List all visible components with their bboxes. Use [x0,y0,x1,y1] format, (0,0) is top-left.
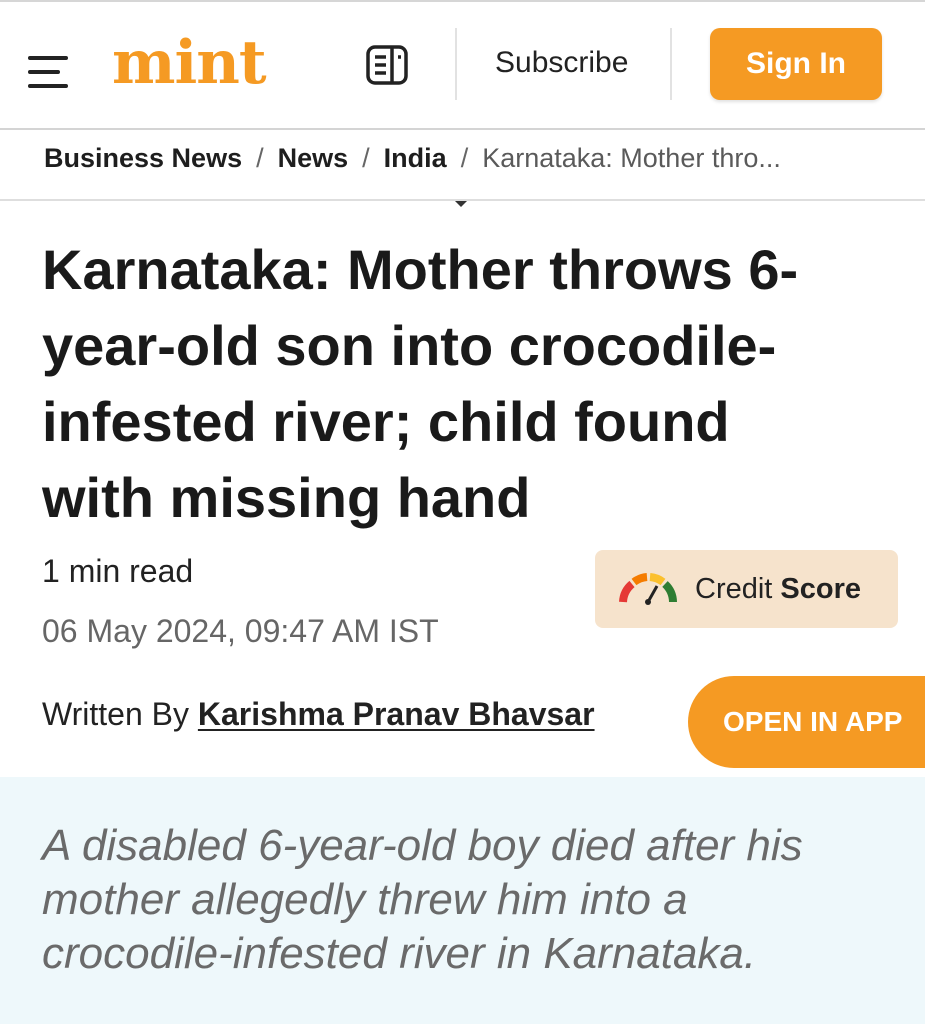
header-border [0,128,925,130]
subscribe-link[interactable]: Subscribe [495,45,628,81]
mint-logo[interactable]: mint [112,28,267,98]
sign-in-button[interactable]: Sign In [710,28,882,100]
breadcrumb-india[interactable]: India [384,143,447,174]
breadcrumb-separator: / [362,142,370,173]
summary-text: A disabled 6-year-old boy died after his… [42,821,803,978]
hamburger-menu-icon[interactable] [28,56,68,90]
publish-date: 06 May 2024, 09:47 AM IST [42,613,439,649]
credit-score-ad[interactable]: Credit Score [595,550,898,628]
breadcrumb-business-news[interactable]: Business News [44,143,242,174]
header-divider [455,28,457,100]
caret-down-icon [455,201,467,207]
breadcrumb-news[interactable]: News [278,143,349,174]
credit-score-label: Credit Score [695,573,862,605]
article-summary: A disabled 6-year-old boy died after his… [0,777,925,1024]
byline: Written By Karishma Pranav Bhavsar [42,694,595,734]
breadcrumb-separator: / [256,142,264,173]
author-link[interactable]: Karishma Pranav Bhavsar [198,696,595,732]
written-by-label: Written By [42,696,189,732]
breadcrumb-current: Karnataka: Mother thro... [482,142,781,173]
article-headline: Karnataka: Mother throws 6-year-old son … [42,238,799,529]
newspaper-icon[interactable] [365,44,409,86]
read-time: 1 min read [42,553,194,589]
header-divider [670,28,672,100]
credit-score-gauge-icon [619,573,677,605]
breadcrumb-separator: / [460,142,469,173]
breadcrumb: Business News / News / India / Karnataka… [44,138,781,178]
open-in-app-button[interactable]: OPEN IN APP [688,676,925,768]
site-header: mint Subscribe Sign In [0,2,925,129]
